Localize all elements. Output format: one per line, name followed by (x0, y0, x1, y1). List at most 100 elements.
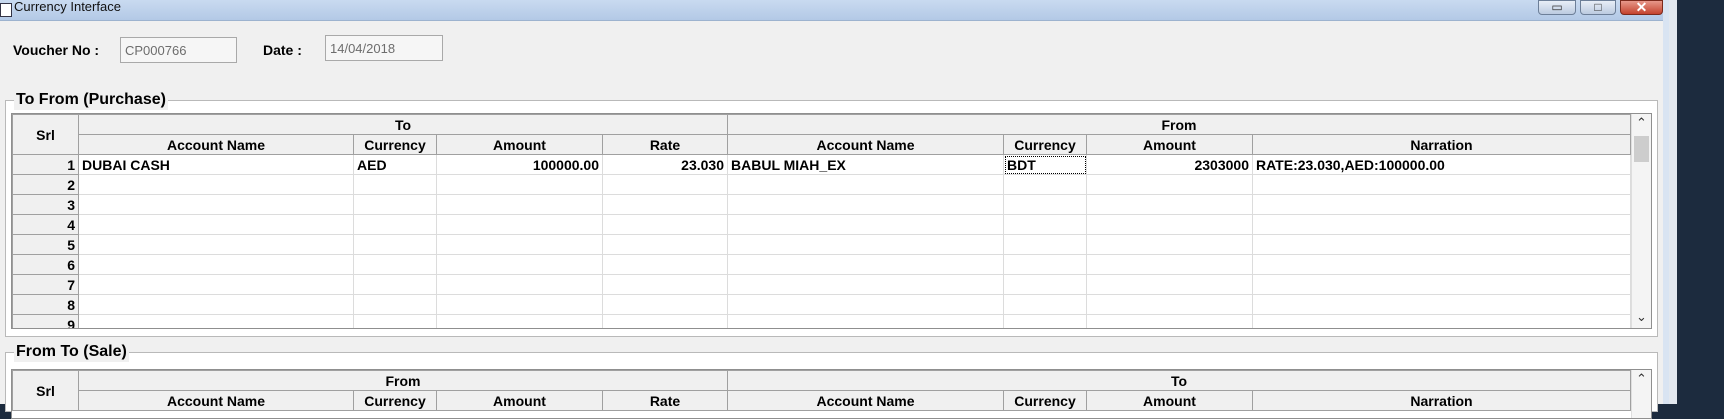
table-cell[interactable] (602, 194, 728, 215)
table-row[interactable]: 3 (12, 194, 1631, 215)
table-cell[interactable] (436, 314, 603, 328)
column-header[interactable]: Currency (353, 390, 437, 411)
column-header[interactable]: Account Name (78, 390, 354, 411)
table-cell[interactable] (1252, 234, 1631, 255)
column-header[interactable]: Rate (602, 134, 728, 155)
column-header[interactable]: Currency (353, 134, 437, 155)
column-header[interactable]: Narration (1252, 390, 1631, 411)
table-cell[interactable] (727, 314, 1004, 328)
table-cell[interactable] (727, 234, 1004, 255)
scroll-up-icon[interactable]: ⌃ (1632, 116, 1651, 130)
table-cell[interactable] (1003, 294, 1087, 315)
column-header[interactable]: Amount (436, 134, 603, 155)
table-cell[interactable] (1252, 174, 1631, 195)
table-cell[interactable] (602, 234, 728, 255)
table-cell[interactable]: BDT (1003, 154, 1087, 175)
table-cell[interactable] (727, 174, 1004, 195)
table-cell[interactable] (1086, 234, 1253, 255)
table-cell[interactable] (727, 294, 1004, 315)
table-cell[interactable] (1086, 274, 1253, 295)
table-cell[interactable] (78, 294, 354, 315)
table-cell[interactable] (602, 274, 728, 295)
table-cell[interactable] (602, 254, 728, 275)
table-cell[interactable] (1252, 194, 1631, 215)
table-row[interactable]: 9 (12, 314, 1631, 328)
table-cell[interactable]: 23.030 (602, 154, 728, 175)
table-cell[interactable] (1003, 314, 1087, 328)
table-cell[interactable] (353, 294, 437, 315)
table-cell[interactable] (78, 314, 354, 328)
table-cell[interactable] (353, 194, 437, 215)
table-cell[interactable]: AED (353, 154, 437, 175)
table-cell[interactable]: 2303000 (1086, 154, 1253, 175)
table-cell[interactable] (727, 254, 1004, 275)
purchase-scrollbar[interactable]: ⌃ ⌄ (1631, 114, 1651, 328)
table-cell[interactable] (602, 174, 728, 195)
table-cell[interactable] (436, 194, 603, 215)
table-cell[interactable] (1003, 174, 1087, 195)
table-cell[interactable] (1252, 294, 1631, 315)
table-cell[interactable] (1003, 274, 1087, 295)
table-cell[interactable] (1086, 294, 1253, 315)
table-cell[interactable] (78, 274, 354, 295)
table-cell[interactable] (1086, 254, 1253, 275)
table-cell[interactable] (436, 174, 603, 195)
table-cell[interactable] (78, 234, 354, 255)
table-cell[interactable]: BABUL MIAH_EX (727, 154, 1004, 175)
table-cell[interactable]: DUBAI CASH (78, 154, 354, 175)
table-cell[interactable] (78, 254, 354, 275)
column-header[interactable]: Amount (1086, 390, 1253, 411)
voucher-number-field[interactable] (120, 37, 237, 63)
maximize-button[interactable]: □ (1580, 0, 1616, 15)
column-header[interactable]: Account Name (727, 134, 1004, 155)
table-cell[interactable] (1086, 194, 1253, 215)
purchase-grid[interactable]: Srl To From Account Name Currency Amount Rate A… (11, 113, 1652, 329)
table-cell[interactable] (436, 234, 603, 255)
table-cell[interactable] (78, 174, 354, 195)
table-cell[interactable] (1086, 174, 1253, 195)
date-field[interactable] (325, 35, 443, 61)
table-cell[interactable] (353, 214, 437, 235)
table-cell[interactable] (1086, 214, 1253, 235)
close-button[interactable]: ✕ (1620, 0, 1663, 15)
table-cell[interactable] (1003, 214, 1087, 235)
table-cell[interactable] (1252, 214, 1631, 235)
table-cell[interactable] (353, 234, 437, 255)
table-cell[interactable] (353, 274, 437, 295)
table-row[interactable]: 8 (12, 294, 1631, 315)
table-row[interactable]: 4 (12, 214, 1631, 235)
table-cell[interactable] (436, 294, 603, 315)
table-cell[interactable] (602, 314, 728, 328)
table-cell[interactable] (78, 194, 354, 215)
table-cell[interactable] (78, 214, 354, 235)
table-cell[interactable]: 100000.00 (436, 154, 603, 175)
column-header[interactable]: Rate (602, 390, 728, 411)
table-cell[interactable] (727, 274, 1004, 295)
table-cell[interactable] (1252, 254, 1631, 275)
table-row[interactable]: 1 DUBAI CASH AED 100000.00 23.030 BABUL MIAH_… (12, 154, 1631, 175)
table-cell[interactable] (1252, 274, 1631, 295)
column-header[interactable]: Account Name (78, 134, 354, 155)
sale-grid[interactable]: Srl From To Account Name Currency Amount Rate A… (11, 369, 1652, 419)
table-cell[interactable] (727, 194, 1004, 215)
table-row[interactable]: 6 (12, 254, 1631, 275)
table-cell[interactable] (353, 314, 437, 328)
table-cell[interactable] (1003, 254, 1087, 275)
table-cell[interactable] (353, 174, 437, 195)
column-header[interactable]: Account Name (727, 390, 1004, 411)
column-header[interactable]: Currency (1003, 390, 1087, 411)
table-row[interactable]: 5 (12, 234, 1631, 255)
scroll-thumb[interactable] (1634, 136, 1649, 162)
column-header[interactable]: Amount (436, 390, 603, 411)
table-row[interactable]: 7 (12, 274, 1631, 295)
scroll-up-icon[interactable]: ⌃ (1632, 372, 1651, 386)
scroll-down-icon[interactable]: ⌄ (1632, 310, 1651, 324)
sale-scrollbar[interactable]: ⌃ (1631, 370, 1651, 418)
table-cell[interactable] (602, 214, 728, 235)
table-cell[interactable] (436, 214, 603, 235)
table-cell[interactable] (1003, 234, 1087, 255)
column-header[interactable]: Narration (1252, 134, 1631, 155)
column-header[interactable]: Currency (1003, 134, 1087, 155)
column-header[interactable]: Amount (1086, 134, 1253, 155)
table-cell[interactable] (1252, 314, 1631, 328)
